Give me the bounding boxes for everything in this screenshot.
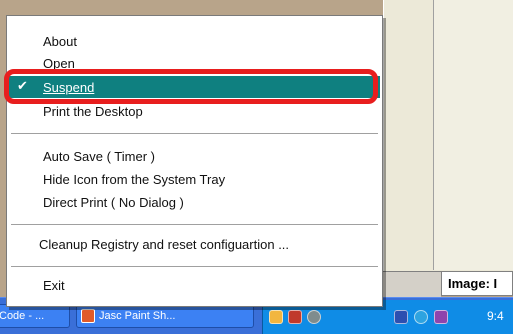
tray-context-menu: About Open ✔ Suspend Print the Desktop A… [6,15,383,307]
menu-item-hide-icon[interactable]: Hide Icon from the System Tray [9,168,380,190]
network-tray-icon[interactable] [307,310,321,324]
menu-item-label: Suspend [43,79,95,95]
menu-item-direct-print[interactable]: Direct Print ( No Dialog ) [9,191,380,213]
menu-item-label: Print the Desktop [43,103,143,119]
menu-item-label: About [43,33,77,49]
paint-shop-icon [81,309,95,323]
menu-item-auto-save[interactable]: Auto Save ( Timer ) [9,145,380,167]
background-window-panel [433,0,513,270]
menu-item-label: Direct Print ( No Dialog ) [43,194,184,210]
menu-item-about[interactable]: About [9,30,380,52]
paint-tray-icon[interactable] [269,310,283,324]
menu-item-open[interactable]: Open [9,52,380,74]
menu-item-cleanup-registry[interactable]: Cleanup Registry and reset configuartion… [9,233,380,255]
refresh-tray-icon[interactable] [414,310,428,324]
taskbar-button-label: Code - ... [0,310,45,322]
menu-item-label: Auto Save ( Timer ) [43,148,155,164]
menu-item-label: Hide Icon from the System Tray [43,171,226,187]
menu-separator [11,133,378,135]
menu-item-suspend[interactable]: ✔ Suspend [9,76,380,98]
menu-separator [11,224,378,226]
screen: Image: I Code - ... Jasc Paint Sh... 9:4… [0,0,513,334]
menu-item-exit[interactable]: Exit [9,274,380,296]
taskbar-button-code[interactable]: Code - ... [0,304,70,328]
antivirus-tray-icon[interactable] [394,310,408,324]
shield-tray-icon[interactable] [288,310,302,324]
menu-item-print-desktop[interactable]: Print the Desktop [9,100,380,122]
menu-separator [11,266,378,268]
image-label: Image: I [441,271,513,296]
taskbar-button-label: Jasc Paint Sh... [99,310,176,322]
taskbar-button-paint-shop[interactable]: Jasc Paint Sh... [76,304,254,328]
tool-tray-icon[interactable] [434,310,448,324]
menu-item-label: Exit [43,277,65,293]
menu-item-label: Open [43,55,75,71]
background-status-strip [383,271,441,297]
menu-item-label: Cleanup Registry and reset configuartion… [39,236,290,252]
check-icon: ✔ [17,78,28,93]
clock[interactable]: 9:4 [487,309,504,323]
